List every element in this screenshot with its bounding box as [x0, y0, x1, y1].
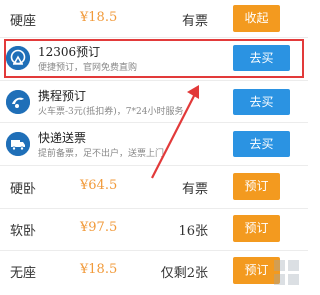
divider: [0, 250, 308, 251]
buy-delivery-button[interactable]: 去买: [233, 131, 290, 157]
seat-availability: 有票: [181, 14, 208, 29]
buy-ctrip-button[interactable]: 去买: [233, 89, 290, 115]
seat-name: 硬卧: [10, 182, 37, 197]
seat-price: ¥18.5: [80, 262, 118, 277]
delivery-truck-icon: [6, 132, 30, 156]
channel-subtitle: 提前备票，足不出户，送票上门: [38, 149, 165, 159]
seat-price: ¥64.5: [80, 178, 118, 193]
seat-price: ¥18.5: [80, 10, 118, 25]
seat-row-soft-sleeper: 软卧 ¥97.5 16张 预订: [0, 210, 308, 250]
seat-name: 软卧: [10, 224, 37, 239]
channel-row-delivery[interactable]: 快递送票 提前备票，足不出户，送票上门 去买: [0, 126, 308, 164]
book-button[interactable]: 预订: [233, 173, 280, 200]
seat-availability: 有票: [181, 182, 208, 197]
seat-name: 硬座: [10, 14, 37, 29]
divider: [0, 122, 308, 123]
train-seat-booking-screen: 硬座 ¥18.5 有票 收起 12306预订 便捷预订，官网免费直购 去买 携程…: [0, 0, 308, 295]
seat-price: ¥97.5: [80, 220, 118, 235]
seat-row-no-seat: 无座 ¥18.5 仅剩2张 预订: [0, 252, 308, 292]
divider: [0, 208, 308, 209]
divider: [0, 165, 308, 166]
channel-title: 携程预订: [38, 89, 87, 103]
watermark-logo-icon: [274, 260, 299, 285]
highlight-box: [4, 39, 304, 78]
divider: [0, 80, 308, 81]
seat-row-hard-sleeper: 硬卧 ¥64.5 有票 预订: [0, 168, 308, 208]
seat-availability: 16张: [178, 224, 208, 239]
divider: [0, 37, 308, 38]
ctrip-icon: [6, 90, 30, 114]
collapse-button[interactable]: 收起: [233, 5, 280, 32]
channel-subtitle: 火车票-3元(抵扣券)，7*24小时服务: [38, 107, 184, 117]
book-button[interactable]: 预订: [233, 215, 280, 242]
seat-row-hard-seat: 硬座 ¥18.5 有票 收起: [0, 0, 308, 40]
channel-row-ctrip[interactable]: 携程预订 火车票-3元(抵扣券)，7*24小时服务 去买: [0, 84, 308, 122]
channel-title: 快递送票: [38, 131, 87, 145]
seat-availability: 仅剩2张: [160, 266, 208, 281]
seat-name: 无座: [10, 266, 37, 281]
